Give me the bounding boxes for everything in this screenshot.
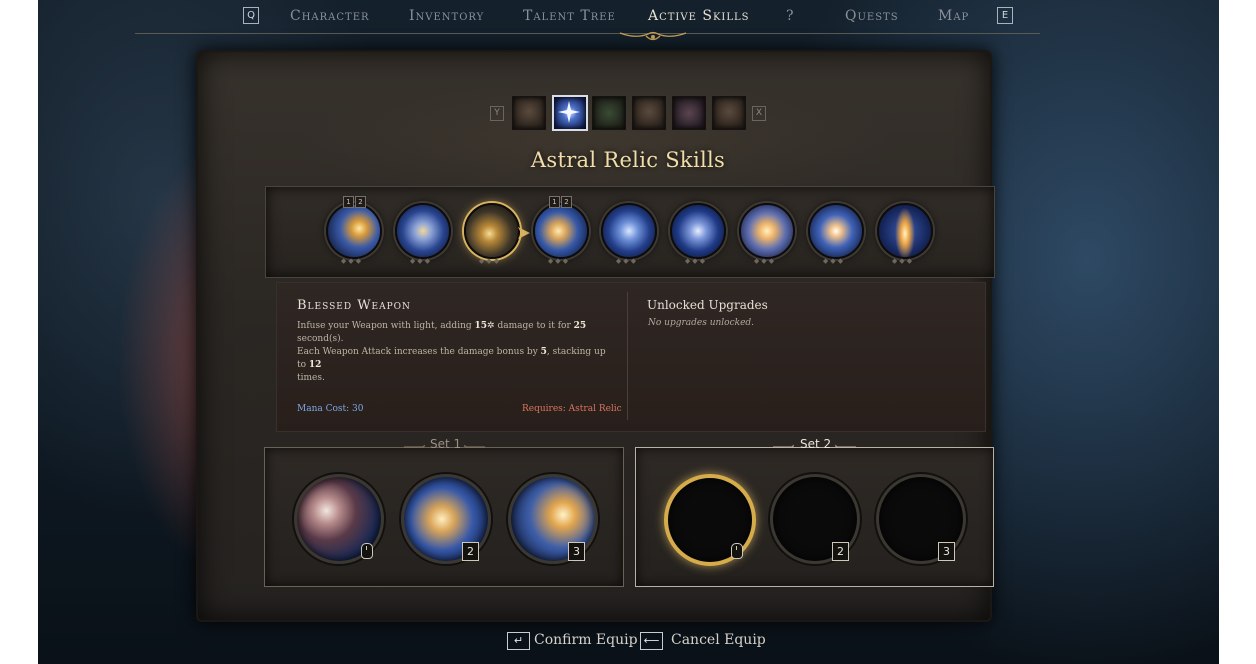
nav-ornament-icon — [619, 31, 687, 41]
mana-cost: Mana Cost: 30 — [297, 404, 364, 414]
beast-icon[interactable] — [632, 96, 666, 130]
set-1-slot-3-key: 3 — [568, 542, 585, 561]
enter-key-icon: ↵ — [507, 632, 530, 650]
tab-unknown[interactable]: ? — [786, 8, 795, 24]
astral-strike-icon[interactable] — [326, 203, 382, 259]
fist-icon[interactable] — [712, 96, 746, 130]
tab-active-skills[interactable]: Active Skills — [648, 8, 750, 24]
set-1-slot-1-mouse-key-icon — [361, 543, 373, 559]
confirm-equip-button[interactable]: ↵ Confirm Equip — [507, 632, 638, 652]
skill-3-rank-dots: ◆◆◆ — [478, 257, 502, 265]
category-next-key[interactable]: X — [752, 106, 766, 121]
set-2-right-ornament-icon — [835, 444, 856, 448]
set-2-title: Set 2 — [800, 437, 832, 451]
panel-title: Astral Relic Skills — [530, 148, 726, 172]
skill-2-rank-dots: ◆◆◆ — [409, 257, 433, 265]
upgrades-empty-text: No upgrades unlocked. — [648, 318, 755, 328]
holy-shield-icon[interactable] — [670, 203, 726, 259]
claw-icon[interactable] — [512, 96, 546, 130]
skill-7-rank-dots: ◆◆◆ — [753, 257, 777, 265]
tab-inventory[interactable]: Inventory — [409, 8, 484, 24]
set-1-right-ornament-icon — [464, 444, 485, 448]
category-selector: Y X — [452, 95, 766, 132]
blessed-weapon-icon[interactable] — [464, 203, 520, 259]
tab-character[interactable]: Character — [290, 8, 370, 24]
star-burst-icon[interactable] — [808, 203, 864, 259]
holy-damage-icon: ✲ — [487, 321, 495, 331]
skill-8-rank-dots: ◆◆◆ — [822, 257, 846, 265]
skill-description: Infuse your Weapon with light, adding 15… — [297, 321, 606, 383]
skill-5-rank-dots: ◆◆◆ — [615, 257, 639, 265]
skill-1-slot-1-tag: 1 — [343, 196, 354, 208]
upgrades-title: Unlocked Upgrades — [647, 298, 768, 312]
star-glyph-icon — [558, 101, 580, 123]
set-2-slot-2-key: 2 — [832, 542, 849, 561]
skill-4-slot-2-tag: 2 — [561, 196, 572, 208]
duration-value: 25 — [573, 321, 587, 331]
nav-prev-key[interactable]: Q — [243, 7, 259, 24]
skill-name: Blessed Weapon — [297, 298, 411, 313]
astral-vortex-icon[interactable] — [395, 203, 451, 259]
nav-divider — [135, 33, 1040, 34]
set-2-slot-3-key: 3 — [938, 542, 955, 561]
cancel-equip-button[interactable]: ⟵ Cancel Equip — [640, 632, 766, 652]
set-2-slot-1-mouse-key-icon — [731, 543, 743, 559]
confirm-equip-label: Confirm Equip — [534, 632, 638, 648]
selection-arrow-icon — [518, 227, 530, 239]
nav-next-key[interactable]: E — [997, 7, 1013, 24]
nature-icon[interactable] — [592, 96, 626, 130]
set-1-left-ornament-icon — [404, 444, 425, 448]
set-1-slot-2-key: 2 — [462, 542, 479, 561]
stacks-value: 12 — [308, 360, 322, 370]
cancel-equip-label: Cancel Equip — [671, 632, 766, 648]
skill-4-slot-1-tag: 1 — [549, 196, 560, 208]
tab-talent-tree[interactable]: Talent Tree — [523, 8, 616, 24]
shadow-burst-icon[interactable] — [672, 96, 706, 130]
set-2-left-ornament-icon — [773, 444, 794, 448]
skill-1-slot-2-tag: 2 — [355, 196, 366, 208]
tab-quests[interactable]: Quests — [845, 8, 899, 24]
light-pillar-icon[interactable] — [877, 203, 933, 259]
category-prev-key[interactable]: Y — [490, 106, 504, 121]
skill-1-rank-dots: ◆◆◆ — [340, 257, 364, 265]
hammer-icon[interactable] — [533, 203, 589, 259]
astral-star-icon[interactable] — [552, 95, 588, 131]
light-figure-icon[interactable] — [601, 203, 657, 259]
details-divider — [627, 292, 628, 420]
damage-value: 15 — [474, 321, 488, 331]
tab-map[interactable]: Map — [938, 8, 969, 24]
set-1-title: Set 1 — [430, 437, 462, 451]
radiant-hand-icon[interactable] — [739, 203, 795, 259]
backspace-key-icon: ⟵ — [640, 632, 663, 650]
requirement: Requires: Astral Relic — [522, 404, 622, 414]
skill-6-rank-dots: ◆◆◆ — [684, 257, 708, 265]
skill-9-rank-dots: ◆◆◆ — [891, 257, 915, 265]
skill-4-rank-dots: ◆◆◆ — [547, 257, 571, 265]
